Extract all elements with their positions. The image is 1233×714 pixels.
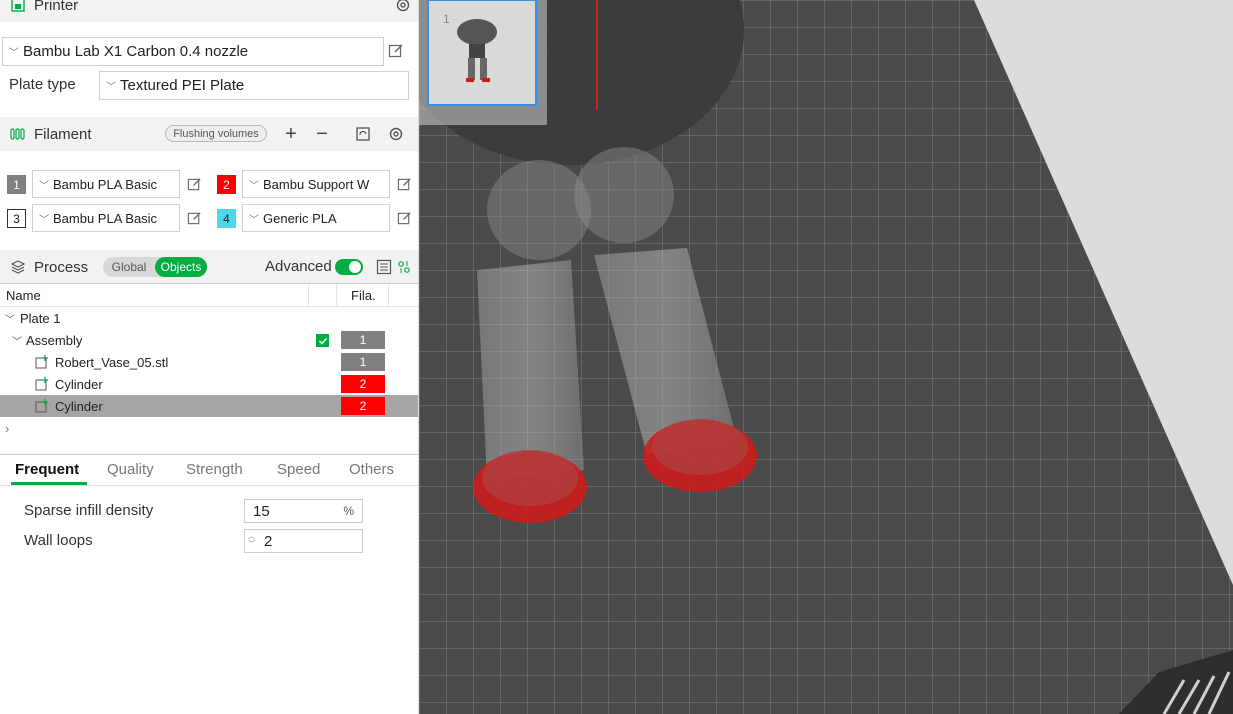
left-panel: Printer ﹀ Bambu Lab X1 Carbon 0.4 nozzle… [0, 0, 419, 714]
global-toggle-option[interactable]: Global [103, 257, 155, 277]
col-divider [336, 284, 337, 306]
filament-2-edit-icon[interactable] [395, 175, 413, 193]
tree-row-plate[interactable]: ﹀ Plate 1 [0, 307, 418, 329]
sync-filament-icon[interactable] [354, 125, 372, 143]
chevron-right-icon[interactable]: › [5, 421, 9, 436]
add-filament-icon[interactable]: + [282, 125, 300, 143]
filament-icon [10, 126, 26, 142]
printer-settings-gear-icon[interactable] [395, 0, 411, 13]
printer-select-value: Bambu Lab X1 Carbon 0.4 nozzle [23, 43, 248, 60]
col-divider [308, 284, 309, 306]
tree-header: Name Fila. [0, 284, 418, 307]
chevron-down-icon: ﹀ [39, 177, 51, 192]
tab-quality[interactable]: Quality [107, 461, 154, 478]
process-layers-icon [10, 259, 26, 275]
objects-toggle-option[interactable]: Objects [155, 257, 207, 277]
assembly-name: Assembly [26, 333, 82, 348]
chevron-down-icon: ﹀ [39, 211, 51, 226]
col-fila-header[interactable]: Fila. [351, 288, 376, 303]
part-filament-badge[interactable]: 2 [341, 375, 385, 393]
sparse-infill-density-label: Sparse infill density [24, 502, 153, 519]
active-tab-underline [11, 482, 87, 485]
printer-title: Printer [34, 0, 78, 14]
col-name-header[interactable]: Name [6, 288, 41, 303]
tree-row-part[interactable]: Cylinder 2 [0, 373, 418, 395]
filament-2-name: Bambu Support W [263, 177, 369, 192]
col-divider [388, 284, 389, 306]
chevron-down-icon[interactable]: ﹀ [12, 333, 22, 348]
tab-frequent[interactable]: Frequent [15, 461, 79, 478]
filament-4-color-swatch[interactable]: 4 [217, 209, 236, 228]
flushing-volumes-button[interactable]: Flushing volumes [165, 125, 267, 142]
plate-type-select[interactable]: ﹀ Textured PEI Plate [99, 71, 409, 100]
filament-3-name: Bambu PLA Basic [53, 211, 157, 226]
tree-row-assembly[interactable]: ﹀ Assembly 1 [0, 329, 418, 351]
filament-4-select[interactable]: ﹀ Generic PLA [242, 204, 390, 232]
printer-icon [10, 0, 26, 13]
object-tree: Name Fila. ﹀ Plate 1 ﹀ Assembly 1 Robert… [0, 283, 418, 455]
remove-filament-icon[interactable]: − [313, 125, 331, 143]
tab-speed[interactable]: Speed [277, 461, 320, 478]
tree-row-part[interactable]: Robert_Vase_05.stl 1 [0, 351, 418, 373]
plate-type-label: Plate type [9, 76, 76, 93]
add-part-icon [35, 355, 49, 369]
infill-value: 15 [253, 503, 270, 520]
filament-2-select[interactable]: ﹀ Bambu Support W [242, 170, 390, 198]
tab-strength[interactable]: Strength [186, 461, 243, 478]
part-name: Cylinder [55, 377, 103, 392]
filament-3-color-swatch[interactable]: 3 [7, 209, 26, 228]
filament-2-color-swatch[interactable]: 2 [217, 175, 236, 194]
build-plate-scene[interactable] [419, 0, 1233, 714]
wall-loops-stepper[interactable]: ︿﹀ 2 [244, 529, 363, 553]
filament-1-name: Bambu PLA Basic [53, 177, 157, 192]
3d-viewport[interactable]: 1 [419, 0, 1233, 714]
tree-row-part-selected[interactable]: Cylinder 2 [0, 395, 418, 417]
infill-unit: % [343, 504, 354, 518]
filament-4-name: Generic PLA [263, 211, 337, 226]
chevron-down-icon: ﹀ [249, 177, 261, 192]
filament-1-color-swatch[interactable]: 1 [7, 175, 26, 194]
process-scope-toggle[interactable]: Global Objects [103, 257, 207, 277]
add-part-icon [35, 399, 49, 413]
advanced-label: Advanced [265, 258, 332, 275]
assembly-checkbox[interactable] [316, 334, 329, 347]
filament-settings-gear-icon[interactable] [387, 125, 405, 143]
chevron-down-icon: ﹀ [9, 44, 21, 59]
plate-type-value: Textured PEI Plate [120, 77, 244, 94]
part-name: Robert_Vase_05.stl [55, 355, 168, 370]
filament-3-edit-icon[interactable] [185, 209, 203, 227]
filament-3-select[interactable]: ﹀ Bambu PLA Basic [32, 204, 180, 232]
plate-thumbnail-number: 1 [443, 12, 450, 26]
filament-1-edit-icon[interactable] [185, 175, 203, 193]
wall-loops-value: 2 [264, 533, 272, 550]
process-list-icon[interactable] [375, 258, 393, 276]
advanced-switch[interactable] [335, 259, 363, 275]
sparse-infill-density-input[interactable]: 15 % [244, 499, 363, 523]
part-filament-badge[interactable]: 1 [341, 353, 385, 371]
plate-name: Plate 1 [20, 311, 60, 326]
filament-4-edit-icon[interactable] [395, 209, 413, 227]
printer-section-header: Printer [0, 0, 418, 22]
part-name: Cylinder [55, 399, 103, 414]
printer-edit-icon[interactable] [387, 42, 405, 60]
part-filament-badge[interactable]: 2 [341, 397, 385, 415]
stepper-arrows-icon[interactable]: ︿﹀ [248, 533, 255, 549]
wall-loops-label: Wall loops [24, 532, 93, 549]
process-title: Process [34, 259, 88, 276]
add-part-icon [35, 377, 49, 391]
chevron-down-icon[interactable]: ﹀ [5, 311, 15, 326]
switch-knob [349, 261, 361, 273]
process-compare-icon[interactable] [395, 258, 413, 276]
chevron-down-icon: ﹀ [249, 211, 261, 226]
filament-title: Filament [34, 126, 92, 143]
printer-select[interactable]: ﹀ Bambu Lab X1 Carbon 0.4 nozzle [2, 37, 384, 66]
assembly-filament-badge[interactable]: 1 [341, 331, 385, 349]
tab-others[interactable]: Others [349, 461, 394, 478]
chevron-down-icon: ﹀ [106, 78, 118, 93]
filament-1-select[interactable]: ﹀ Bambu PLA Basic [32, 170, 180, 198]
